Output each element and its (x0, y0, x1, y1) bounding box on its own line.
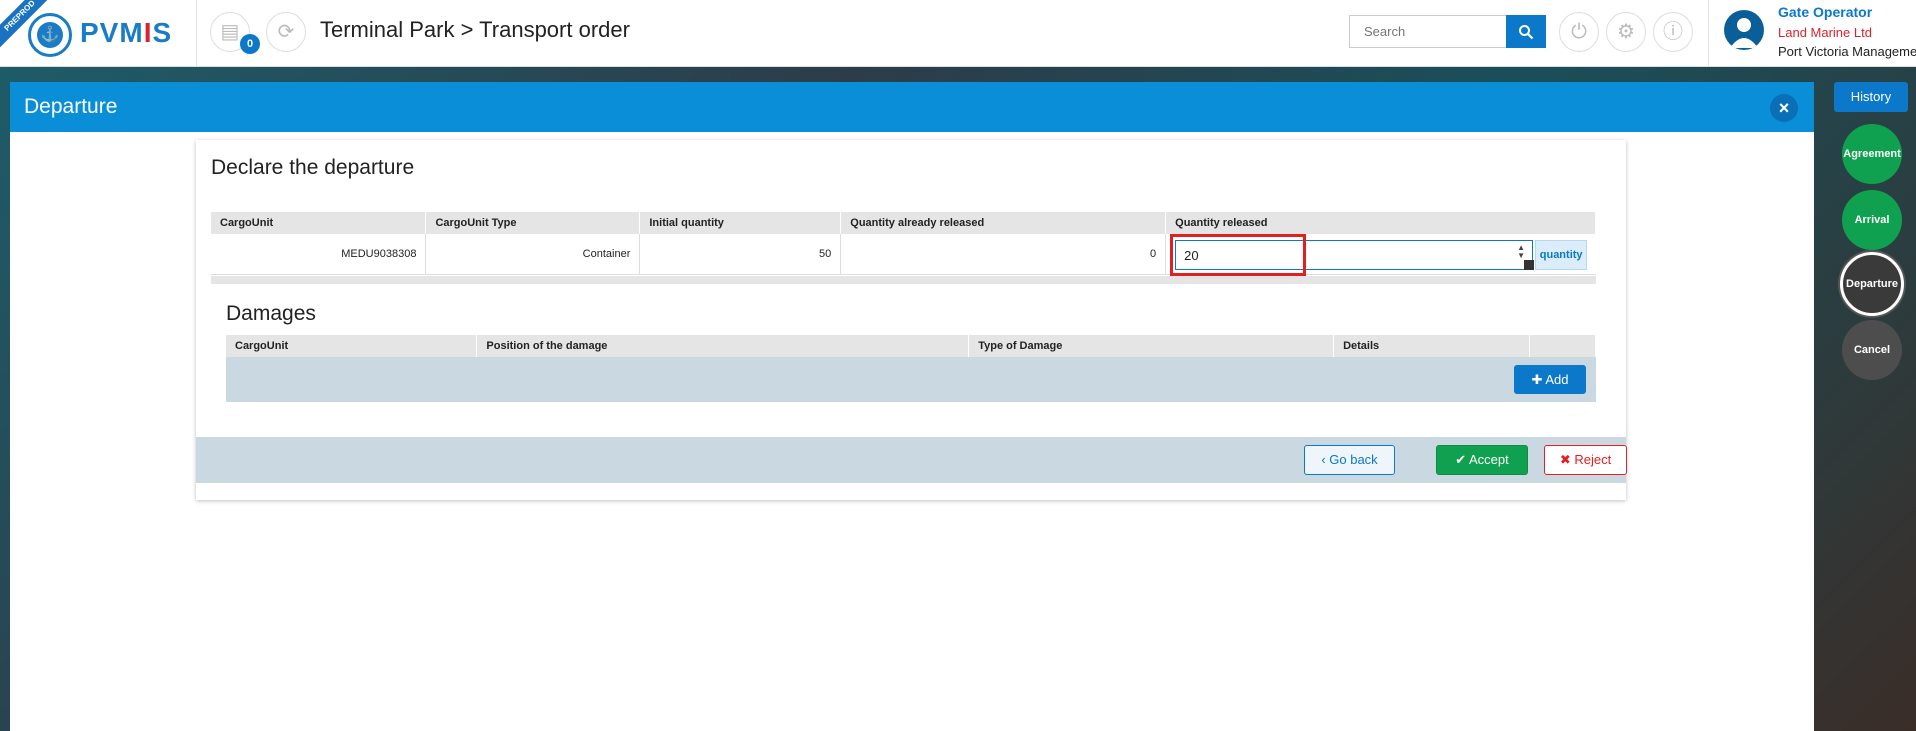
table-row: MEDU9038308 Container 50 0 ▲▼ quantity (211, 234, 1596, 276)
col-damage-type[interactable]: Type of Damage (968, 335, 1335, 357)
table-footer (211, 276, 1596, 284)
reject-button[interactable]: ✖ Reject (1544, 445, 1627, 475)
col-quantity-released[interactable]: Quantity released (1165, 212, 1596, 234)
plus-icon: ✚ (1531, 372, 1546, 387)
brand[interactable]: PREPROD ⚓ PVMIS (0, 0, 197, 67)
col-damage-position[interactable]: Position of the damage (476, 335, 970, 357)
documents-count-badge: 0 (240, 34, 260, 54)
quantity-tag[interactable]: quantity (1535, 240, 1588, 270)
damages-title: Damages (226, 302, 316, 325)
close-icon[interactable]: × (1770, 94, 1798, 122)
workflow-step-agreement[interactable]: Agreement (1842, 124, 1902, 184)
col-quantity-already-released[interactable]: Quantity already released (840, 212, 1167, 234)
logo-icon: ⚓ (28, 13, 72, 57)
modal-actions: ‹ Go back ✔ Accept ✖ Reject (196, 437, 1627, 483)
cell-cargo-unit: MEDU9038308 (211, 234, 427, 275)
cell-quantity-released: ▲▼ quantity (1165, 234, 1596, 276)
modal-title: Departure (24, 95, 118, 118)
col-cargo-unit-type[interactable]: CargoUnit Type (425, 212, 641, 234)
add-damage-button[interactable]: ✚ Add (1514, 365, 1586, 394)
card-title: Declare the departure (211, 156, 415, 179)
col-damage-cargo-unit[interactable]: CargoUnit (226, 335, 478, 357)
departure-card: Declare the departure CargoUnit CargoUni… (196, 140, 1627, 500)
top-bar: PREPROD ⚓ PVMIS ▤ 0 ⟳ Terminal Park > Tr… (0, 0, 1916, 67)
damages-footer: ✚ Add (226, 357, 1596, 402)
user-separator (1708, 0, 1709, 67)
avatar[interactable] (1724, 10, 1764, 50)
search-input[interactable] (1349, 15, 1507, 48)
input-highlight-box (1170, 234, 1307, 276)
user-port: Port Victoria Management (1778, 44, 1916, 59)
search-button[interactable] (1506, 15, 1546, 48)
check-icon: ✔ (1455, 452, 1470, 467)
search-icon (1519, 24, 1534, 39)
col-cargo-unit[interactable]: CargoUnit (211, 212, 427, 234)
col-initial-quantity[interactable]: Initial quantity (639, 212, 842, 234)
cell-quantity-already-released: 0 (840, 234, 1167, 275)
info-icon[interactable]: ⓘ (1653, 12, 1693, 52)
modal-header: Departure × (10, 82, 1814, 132)
col-damage-actions (1529, 335, 1597, 357)
workflow-step-departure[interactable]: Departure (1840, 252, 1904, 316)
damages-table: CargoUnit Position of the damage Type of… (226, 335, 1597, 357)
col-damage-details[interactable]: Details (1333, 335, 1530, 357)
history-button[interactable]: History (1834, 82, 1908, 112)
power-icon[interactable]: ⏻ (1559, 12, 1599, 52)
settings-icon[interactable]: ⚙ (1606, 12, 1646, 52)
cell-cargo-unit-type: Container (425, 234, 641, 275)
quantity-stepper[interactable]: ▲ ▼ (1517, 244, 1525, 260)
user-name: Gate Operator (1778, 4, 1873, 20)
go-back-button[interactable]: ‹ Go back (1304, 445, 1395, 475)
logo-text: PVMIS (80, 17, 173, 48)
departure-modal: Departure × Declare the departure CargoU… (10, 82, 1814, 731)
cargo-table: CargoUnit CargoUnit Type Initial quantit… (211, 212, 1596, 276)
cell-initial-quantity: 50 (639, 234, 842, 275)
user-org: Land Marine Ltd (1778, 25, 1872, 40)
accept-button[interactable]: ✔ Accept (1436, 445, 1528, 475)
workflow-step-arrival[interactable]: Arrival (1842, 190, 1902, 250)
refresh-icon[interactable]: ⟳ (266, 12, 306, 52)
workflow-step-cancel[interactable]: Cancel (1842, 320, 1902, 380)
resize-handle-icon[interactable] (1524, 260, 1535, 270)
page-title: Terminal Park > Transport order (320, 17, 630, 42)
close-icon: ✖ (1559, 452, 1575, 467)
